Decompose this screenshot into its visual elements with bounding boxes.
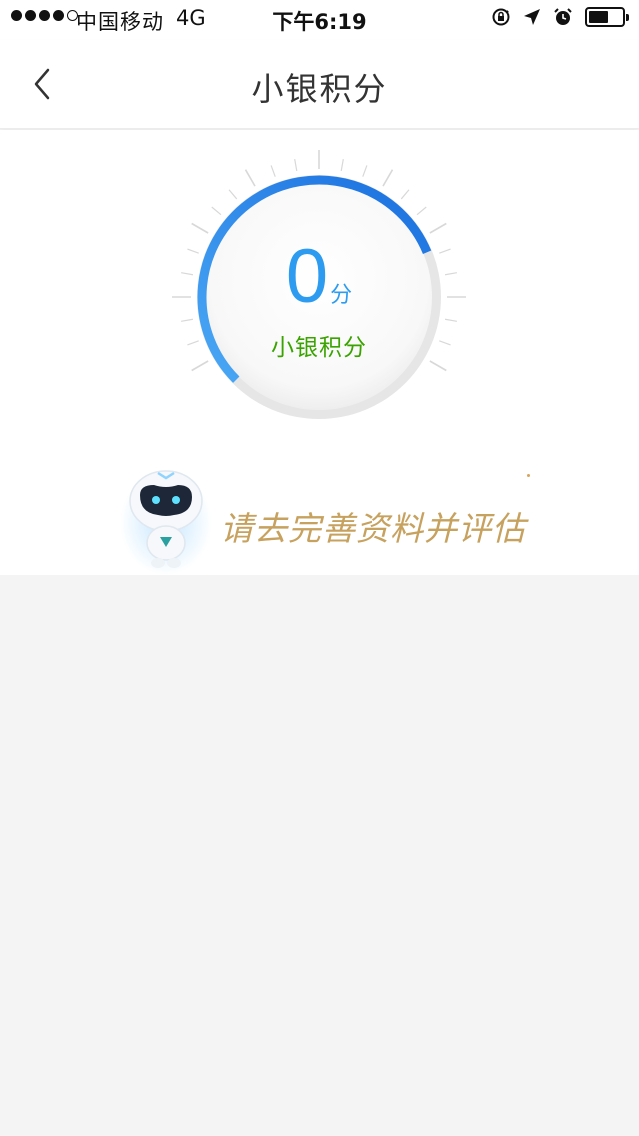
- complete-profile-prompt[interactable]: 请去完善资料并评估: [220, 502, 526, 550]
- gauge-tick: [429, 360, 447, 372]
- nav-bar: 小银积分: [0, 40, 639, 129]
- gauge-tick: [294, 159, 298, 172]
- status-icons: [491, 7, 629, 27]
- gauge-tick: [211, 206, 222, 216]
- page-title: 小银积分: [251, 70, 388, 108]
- alarm-clock-icon: [554, 8, 572, 25]
- gauge-tick: [382, 169, 394, 187]
- gauge-tick: [362, 165, 368, 177]
- gauge-tick: [270, 165, 276, 177]
- gauge-tick: [191, 222, 209, 234]
- score-unit: 分: [330, 283, 353, 308]
- gauge-tick: [429, 222, 447, 234]
- robot-mascot-icon: [120, 470, 212, 575]
- battery-level: [589, 11, 609, 23]
- gauge-tick: [400, 189, 410, 200]
- score-display: 0分: [169, 237, 469, 317]
- gauge-tick: [228, 189, 238, 200]
- location-arrow-icon: [524, 9, 540, 25]
- score-value: 0: [285, 234, 329, 319]
- gauge-tick: [244, 169, 256, 187]
- score-label: 小银积分: [271, 335, 367, 361]
- gauge-tick: [416, 206, 427, 216]
- score-panel: 0分 小银积分 请去完善资料并评估: [0, 130, 639, 575]
- gauge-tick: [340, 159, 344, 172]
- battery-icon: [585, 7, 629, 27]
- orientation-lock-icon: [492, 8, 510, 26]
- empty-area: [0, 575, 639, 1136]
- sparkle-dot: [527, 474, 530, 477]
- status-bar: 中国移动 4G 下午6:19: [0, 0, 639, 40]
- gauge-tick: [191, 360, 209, 372]
- screen: 中国移动 4G 下午6:19 小银积分 0分 小银积分 请去完善资料并评估: [0, 0, 639, 1136]
- gauge-tick: [444, 318, 457, 322]
- gauge-tick: [181, 318, 194, 322]
